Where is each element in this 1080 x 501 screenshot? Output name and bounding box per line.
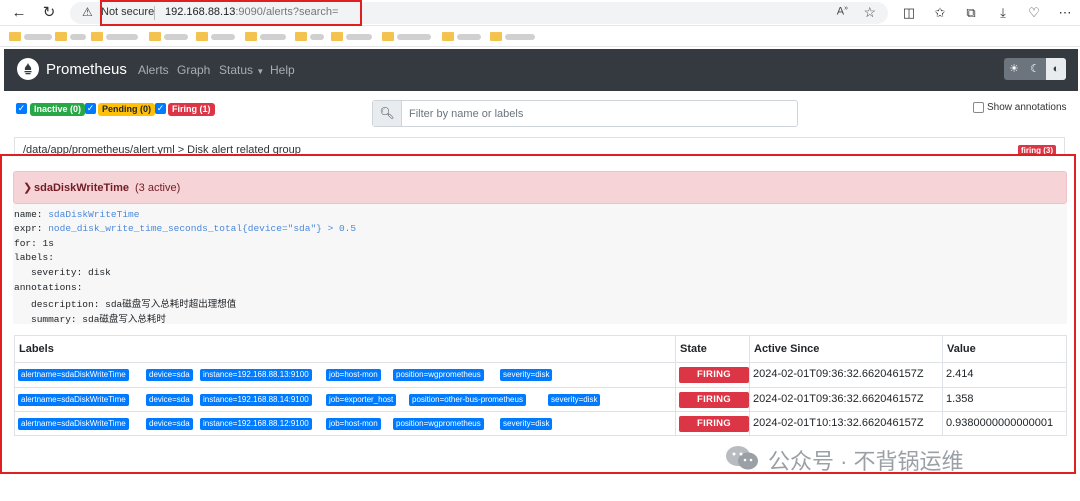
nav-alerts[interactable]: Alerts (138, 63, 169, 77)
caret-down-icon: ▼ (256, 67, 265, 76)
extension-icon[interactable]: ♡ (1025, 4, 1043, 22)
folder-icon (91, 32, 103, 41)
folder-icon (9, 32, 21, 41)
search-icon: 🔍︎ (373, 101, 402, 126)
inactive-checkbox[interactable]: ✓ (16, 103, 27, 114)
prometheus-logo-icon[interactable] (17, 58, 39, 80)
alert-highlight-box (0, 154, 1076, 474)
folder-icon (331, 32, 343, 41)
sun-icon[interactable]: ☀ (1004, 58, 1024, 80)
folder-icon (149, 32, 161, 41)
filter-search: 🔍︎ (372, 100, 798, 127)
favorite-star-icon[interactable]: ☆ (863, 4, 876, 21)
split-screen-icon[interactable]: ◫ (900, 4, 918, 22)
nav-status-label: Status (219, 63, 254, 77)
folder-icon (382, 32, 394, 41)
bookmarks-bar (0, 26, 1080, 47)
url-highlight-box (100, 0, 362, 26)
moon-icon[interactable]: ☾ (1025, 58, 1045, 80)
more-menu-icon[interactable]: ⋯ (1056, 4, 1074, 22)
firing-checkbox[interactable]: ✓ (155, 103, 166, 114)
search-input[interactable] (409, 105, 789, 122)
wechat-icon (726, 446, 758, 470)
rule-group-header[interactable]: /data/app/prometheus/alert.yml > Disk al… (14, 137, 1065, 156)
folder-icon (295, 32, 307, 41)
pending-checkbox[interactable]: ✓ (85, 103, 96, 114)
flame-icon (24, 63, 32, 75)
folder-icon (442, 32, 454, 41)
nav-status[interactable]: Status ▼ (219, 63, 264, 77)
favorites-icon[interactable]: ✩ (931, 4, 949, 22)
folder-icon (196, 32, 208, 41)
inactive-badge: Inactive (0) (30, 103, 86, 116)
warning-icon: ⚠ (82, 5, 93, 19)
nav-help[interactable]: Help (270, 63, 295, 77)
reload-icon[interactable]: ↻ (39, 3, 59, 23)
theme-toggle-group: ☀ ☾ ◐ (1004, 58, 1066, 80)
watermark-text: 公众号 · 不背锅运维 (768, 449, 964, 474)
pending-badge: Pending (0) (98, 103, 155, 116)
firing-badge: Firing (1) (168, 103, 215, 116)
nav-graph[interactable]: Graph (177, 63, 210, 77)
folder-icon (245, 32, 257, 41)
contrast-icon[interactable]: ◐ (1046, 58, 1066, 80)
read-aloud-icon[interactable]: A» (837, 5, 848, 18)
back-arrow-icon[interactable]: ← (9, 3, 29, 23)
folder-icon (490, 32, 502, 41)
collections-icon[interactable]: ⧉ (962, 4, 980, 22)
download-icon[interactable]: ⤓ (994, 4, 1012, 22)
folder-icon (55, 32, 67, 41)
show-annotations-checkbox[interactable] (973, 102, 984, 113)
show-annotations-label: Show annotations (987, 102, 1067, 113)
brand-title[interactable]: Prometheus (46, 61, 127, 78)
top-navbar: Prometheus Alerts Graph Status ▼ Help ☀ … (4, 49, 1078, 91)
